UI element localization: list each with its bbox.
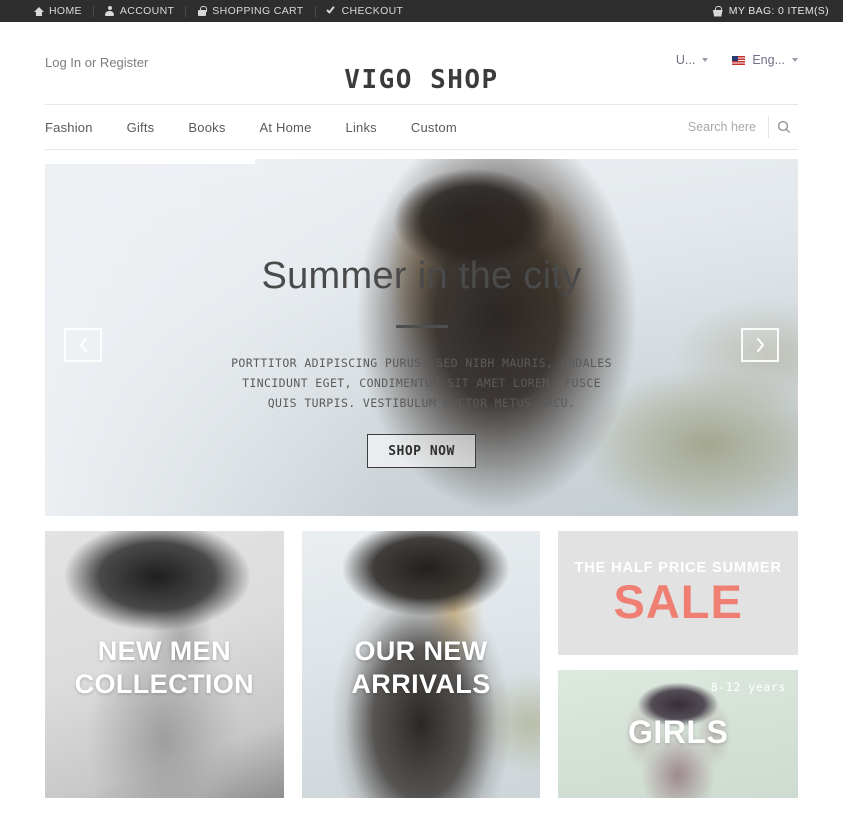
us-flag-icon [732,55,746,65]
site-header: Log In or Register VIGO SHOP U... Eng... [0,22,843,104]
promo-card-our-new-arrivals[interactable]: OUR NEW ARRIVALS [301,531,541,798]
top-utility-bar: HOME ACCOUNT SHOPPING CART CHECKOUT MY B… [0,0,843,22]
promo-right-column: THE HALF PRICE SUMMER SALE 8-12 years GI… [558,531,798,798]
chevron-down-icon [792,58,798,62]
sale-subtitle: THE HALF PRICE SUMMER [574,559,782,576]
lock-icon [197,5,207,17]
nav-item-custom[interactable]: Custom [411,120,457,135]
nav-item-gifts[interactable]: Gifts [127,120,155,135]
slider-next-button[interactable] [741,328,779,362]
promo-arrivals-line2: ARRIVALS [351,669,491,699]
girls-title: GIRLS [628,714,729,750]
language-selector[interactable]: Eng... [732,53,798,67]
main-navigation: Fashion Gifts Books At Home Links Custom [45,104,798,150]
check-icon [327,6,337,17]
nav-item-links[interactable]: Links [346,120,377,135]
hero-top-strip [45,159,255,164]
chevron-right-icon [756,338,764,352]
girls-age-label: 8-12 years [710,680,786,694]
promo-card-new-men-collection[interactable]: NEW MEN COLLECTION [45,531,284,798]
search-icon [777,120,790,134]
search-input[interactable] [658,120,768,134]
topbar-link-shopping-cart[interactable]: SHOPPING CART [186,5,314,17]
search-button[interactable] [768,116,798,138]
sale-title: SALE [613,574,743,628]
currency-selector-label: U... [675,53,696,67]
promo-card-sale[interactable]: THE HALF PRICE SUMMER SALE [558,531,798,655]
site-logo[interactable]: VIGO SHOP [0,65,843,95]
topbar-link-account[interactable]: ACCOUNT [94,5,185,17]
topbar-link-account-label: ACCOUNT [119,5,175,17]
chevron-down-icon [702,58,709,62]
topbar-link-checkout-label: CHECKOUT [341,5,404,17]
language-selector-label: Eng... [752,53,785,67]
basket-icon [713,6,723,17]
topbar-link-home-label: HOME [49,5,82,17]
shop-now-button[interactable]: SHOP NOW [367,434,476,468]
hero-title: Summer in the city [261,255,582,297]
hero-description: PORTTITOR ADIPISCING PURUS. SED NIBH MAU… [231,356,612,410]
hero-slider: Summer in the city PORTTITOR ADIPISCING … [45,159,798,516]
header-selectors: U... Eng... [676,53,798,67]
nav-links: Fashion Gifts Books At Home Links Custom [45,120,457,135]
my-bag-label: MY BAG: 0 ITEM(S) [728,5,829,17]
topbar-link-checkout[interactable]: CHECKOUT [316,5,415,17]
search-box [658,113,798,141]
my-bag-button[interactable]: MY BAG: 0 ITEM(S) [713,5,829,17]
topbar-link-home[interactable]: HOME [34,5,93,17]
topbar-right: MY BAG: 0 ITEM(S) [713,5,829,17]
nav-item-at-home[interactable]: At Home [260,120,312,135]
home-icon [34,6,44,17]
hero-content: Summer in the city PORTTITOR ADIPISCING … [45,255,798,468]
promo-grid: NEW MEN COLLECTION OUR NEW ARRIVALS THE … [45,531,798,798]
nav-item-books[interactable]: Books [188,120,225,135]
promo-arrivals-text: OUR NEW ARRIVALS [302,635,541,701]
hero-divider [395,325,448,328]
promo-men-text: NEW MEN COLLECTION [45,635,284,701]
promo-men-line1: NEW MEN [97,636,231,666]
person-icon [105,5,115,17]
topbar-links: HOME ACCOUNT SHOPPING CART CHECKOUT [34,5,414,17]
topbar-link-shopping-cart-label: SHOPPING CART [212,5,304,17]
promo-men-line2: COLLECTION [74,669,255,699]
promo-card-girls[interactable]: 8-12 years GIRLS [558,670,798,798]
chevron-left-icon [79,338,87,352]
nav-item-fashion[interactable]: Fashion [45,120,93,135]
slider-prev-button[interactable] [64,328,102,362]
currency-selector[interactable]: U... [675,53,709,67]
promo-arrivals-line1: OUR NEW [354,636,488,666]
